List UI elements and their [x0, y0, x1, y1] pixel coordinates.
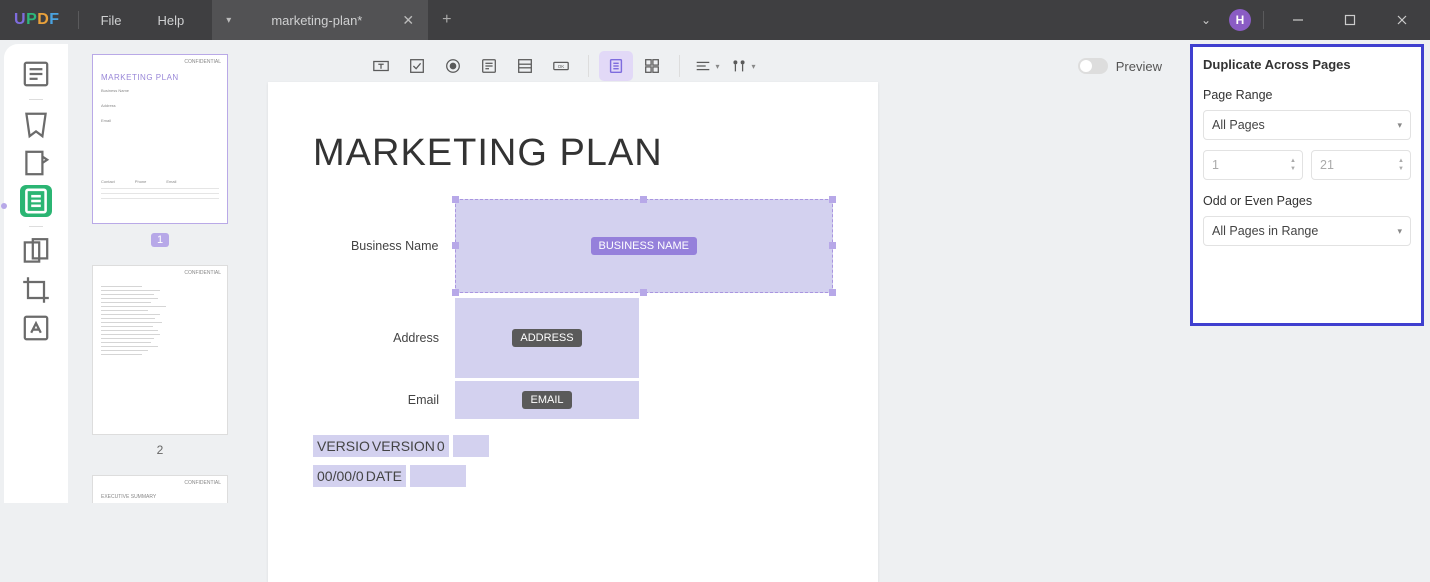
- date-field-pill: DATE: [366, 468, 402, 484]
- version-text[interactable]: VERSIOVERSION0: [313, 435, 449, 457]
- resize-handle[interactable]: [829, 196, 836, 203]
- business-name-field[interactable]: BUSINESS NAME: [455, 199, 834, 293]
- page-thumbnail-1[interactable]: CONFIDENTIAL MARKETING PLAN Business Nam…: [92, 54, 228, 224]
- svg-text:OK: OK: [558, 64, 565, 69]
- text-field-tool[interactable]: [364, 51, 398, 81]
- resize-handle[interactable]: [452, 196, 459, 203]
- email-label: Email: [313, 393, 455, 407]
- highlight-span[interactable]: [453, 435, 489, 457]
- preview-label: Preview: [1116, 59, 1162, 74]
- organize-pages-icon[interactable]: [20, 236, 52, 268]
- page-thumbnail-3[interactable]: CONFIDENTIAL EXECUTIVE SUMMARY: [92, 475, 228, 503]
- thumb-corner-text: CONFIDENTIAL: [184, 59, 221, 65]
- resize-handle[interactable]: [640, 196, 647, 203]
- reader-mode-icon[interactable]: [20, 58, 52, 90]
- highlight-span[interactable]: [410, 465, 466, 487]
- date-text[interactable]: 00/00/0DATE: [313, 465, 406, 487]
- menu-file[interactable]: File: [83, 0, 140, 40]
- panel-title: Duplicate Across Pages: [1203, 57, 1411, 72]
- content-area: OK Preview MARKETING PLAN Business Name …: [268, 40, 1190, 503]
- email-field[interactable]: EMAIL: [455, 381, 639, 419]
- divider: [1263, 11, 1264, 29]
- field-pill: BUSINESS NAME: [591, 237, 697, 255]
- resize-handle[interactable]: [829, 242, 836, 249]
- page-thumbnail-2[interactable]: CONFIDENTIAL: [92, 265, 228, 435]
- alignment-tool[interactable]: [690, 51, 724, 81]
- spinner-icon[interactable]: ▲▼: [1398, 158, 1404, 172]
- new-tab-button[interactable]: +: [428, 11, 465, 29]
- ocr-tool-icon[interactable]: [20, 312, 52, 344]
- close-window-button[interactable]: [1380, 0, 1424, 40]
- business-name-label: Business Name: [313, 239, 455, 253]
- avatar[interactable]: H: [1229, 9, 1251, 31]
- strip-handle[interactable]: [1, 192, 7, 222]
- comment-tool-icon[interactable]: [20, 109, 52, 141]
- version-row: VERSIOVERSION0: [313, 435, 833, 457]
- listbox-tool[interactable]: [508, 51, 542, 81]
- titlebar-right: ⌄ H: [1191, 0, 1430, 40]
- divider: [29, 99, 43, 100]
- toolbar-separator: [679, 55, 680, 77]
- dropdown-tool[interactable]: [472, 51, 506, 81]
- edit-tool-icon[interactable]: [20, 147, 52, 179]
- page-number-2: 2: [76, 443, 244, 457]
- version-field-pill: VERSION: [372, 438, 435, 454]
- page-range-select[interactable]: All Pages: [1203, 110, 1411, 140]
- field-pill: ADDRESS: [512, 329, 581, 347]
- document-page[interactable]: MARKETING PLAN Business Name BUSINESS NA…: [268, 82, 878, 582]
- resize-handle[interactable]: [640, 289, 647, 296]
- address-field[interactable]: ADDRESS: [455, 298, 639, 378]
- close-tab-icon[interactable]: ✕: [402, 12, 414, 29]
- menu-help[interactable]: Help: [140, 0, 203, 40]
- preview-toggle[interactable]: Preview: [1078, 58, 1162, 74]
- duplicate-across-pages-tool[interactable]: [599, 51, 633, 81]
- spinner-icon[interactable]: ▲▼: [1290, 158, 1296, 172]
- page-number-1: 1: [76, 232, 244, 247]
- chevron-down-icon[interactable]: ⌄: [1191, 7, 1221, 33]
- field-pill: EMAIL: [522, 391, 571, 409]
- titlebar: UPDF File Help ▾ marketing-plan* ✕ + ⌄ H: [0, 0, 1430, 40]
- odd-even-label: Odd or Even Pages: [1203, 194, 1411, 208]
- range-from-input[interactable]: 1 ▲▼: [1203, 150, 1303, 180]
- radio-button-tool[interactable]: [436, 51, 470, 81]
- toggle-switch-icon[interactable]: [1078, 58, 1108, 74]
- multiple-copies-tool[interactable]: [635, 51, 669, 81]
- main-area: CONFIDENTIAL MARKETING PLAN Business Nam…: [0, 40, 1430, 503]
- thumb-title: MARKETING PLAN: [101, 73, 219, 82]
- tab-title: marketing-plan*: [271, 13, 362, 28]
- document-tab[interactable]: ▾ marketing-plan* ✕: [212, 0, 428, 40]
- thumb-corner-text: CONFIDENTIAL: [184, 270, 221, 276]
- form-toolbar: OK Preview: [268, 46, 1190, 86]
- app-logo: UPDF: [0, 11, 74, 29]
- sidebar-tool-strip: [4, 44, 68, 503]
- divider: [78, 11, 79, 29]
- address-label: Address: [313, 331, 455, 345]
- resize-handle[interactable]: [829, 289, 836, 296]
- divider: [29, 226, 43, 227]
- field-settings-tool[interactable]: [726, 51, 760, 81]
- duplicate-pages-panel: Duplicate Across Pages Page Range All Pa…: [1190, 44, 1424, 326]
- resize-handle[interactable]: [452, 242, 459, 249]
- toolbar-separator: [588, 55, 589, 77]
- checkbox-tool[interactable]: [400, 51, 434, 81]
- thumbnail-panel: CONFIDENTIAL MARKETING PLAN Business Nam…: [68, 40, 268, 503]
- minimize-button[interactable]: [1276, 0, 1320, 40]
- range-to-input[interactable]: 21 ▲▼: [1311, 150, 1411, 180]
- odd-even-select[interactable]: All Pages in Range: [1203, 216, 1411, 246]
- form-tool-icon[interactable]: [20, 185, 52, 217]
- page-range-label: Page Range: [1203, 88, 1411, 102]
- crop-tool-icon[interactable]: [20, 274, 52, 306]
- page-title: MARKETING PLAN: [313, 132, 833, 175]
- maximize-button[interactable]: [1328, 0, 1372, 40]
- button-tool[interactable]: OK: [544, 51, 578, 81]
- resize-handle[interactable]: [452, 289, 459, 296]
- tab-prefix-icon: ▾: [226, 15, 231, 26]
- date-row: 00/00/0DATE: [313, 465, 833, 487]
- thumb-corner-text: CONFIDENTIAL: [184, 480, 221, 486]
